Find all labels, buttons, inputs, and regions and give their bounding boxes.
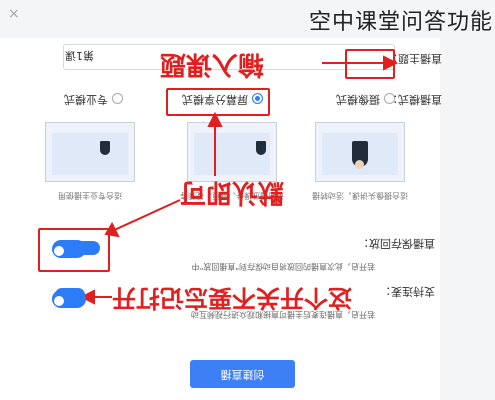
annotation-arrows [79, 55, 399, 305]
record-toggle-visible[interactable] [52, 240, 86, 258]
arrow-record [109, 199, 181, 233]
support-toggle-visible[interactable] [52, 290, 86, 308]
